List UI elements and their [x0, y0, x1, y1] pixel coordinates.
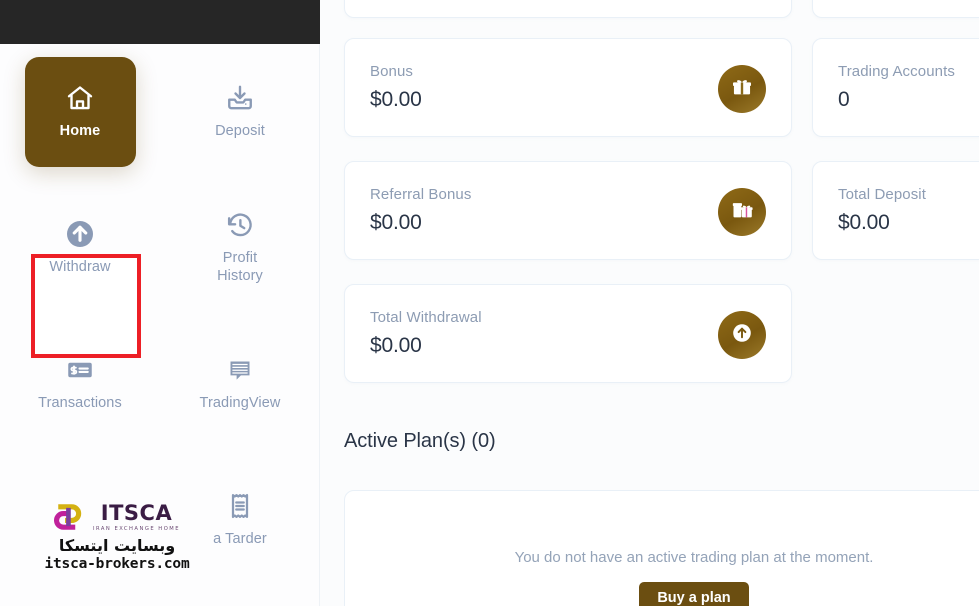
active-plans-panel: You do not have an active trading plan a…	[344, 490, 979, 606]
card-total-withdrawal: Total Withdrawal $0.00	[344, 284, 792, 383]
top-dark-bar	[0, 0, 320, 44]
watermark-brand: ITSCA	[100, 500, 173, 525]
card-total-deposit: Total Deposit $0.00	[812, 161, 979, 260]
itsca-tarder-tile[interactable]: a Tarder	[185, 465, 296, 575]
main-content: Bonus $0.00 Referral Bonus $0.00 Total W…	[320, 0, 979, 606]
transactions-icon	[65, 355, 95, 385]
dashboard-page: Home Deposit Withdraw Profit History Tra…	[0, 0, 979, 606]
tradingview-icon	[225, 355, 255, 385]
itsca-watermark: ITSCA IRAN EXCHANGE HOME وبسایت ایتسکا i…	[42, 500, 192, 572]
referral-bonus-badge	[718, 188, 766, 236]
card-partial-top-left	[344, 0, 792, 18]
watermark-persian-text: وبسایت ایتسکا	[58, 536, 176, 555]
buy-a-plan-button[interactable]: Buy a plan	[639, 582, 749, 606]
receipt-icon	[225, 491, 255, 521]
withdraw-tile[interactable]: Withdraw	[25, 193, 136, 303]
transactions-tile[interactable]: Transactions	[25, 329, 136, 439]
card-label: Trading Accounts	[838, 63, 955, 80]
card-referral-bonus: Referral Bonus $0.00	[344, 161, 792, 260]
card-value: $0.00	[370, 211, 422, 234]
watermark-logo-row: ITSCA IRAN EXCHANGE HOME	[42, 500, 192, 534]
sidebar-item-home[interactable]: Home	[0, 44, 160, 180]
profit-label-line1: Profit	[222, 250, 258, 267]
home-tile[interactable]: Home	[24, 57, 136, 167]
tradingview-tile[interactable]: TradingView	[185, 329, 296, 439]
card-value: $0.00	[370, 88, 422, 111]
sidebar-item-profit-history[interactable]: Profit History	[160, 180, 320, 316]
deposit-tile[interactable]: Deposit	[185, 57, 296, 167]
card-trading-accounts: Trading Accounts 0	[812, 38, 979, 137]
history-icon	[225, 210, 255, 240]
bonus-badge	[718, 65, 766, 113]
sidebar-item-transactions[interactable]: Transactions	[0, 316, 160, 452]
gifts-icon	[731, 198, 754, 226]
home-icon	[65, 83, 95, 113]
watermark-tagline: IRAN EXCHANGE HOME	[92, 525, 181, 532]
sidebar-item-deposit[interactable]: Deposit	[160, 44, 320, 180]
watermark-url: itsca-brokers.com	[44, 555, 190, 572]
up-arrow-icon	[731, 322, 753, 349]
sidebar-item-label: Home	[59, 123, 101, 140]
card-label: Total Deposit	[838, 186, 927, 203]
profit-label-line2: History	[217, 268, 263, 284]
gift-icon	[731, 76, 753, 103]
card-label: Total Withdrawal	[370, 309, 482, 326]
sidebar-item-label: Deposit	[215, 123, 265, 140]
card-bonus: Bonus $0.00	[344, 38, 792, 137]
sidebar-item-withdraw[interactable]: Withdraw	[0, 180, 160, 316]
card-value: $0.00	[838, 211, 890, 234]
card-label: Referral Bonus	[370, 186, 472, 203]
empty-state-text: You do not have an active trading plan a…	[514, 549, 874, 566]
card-value: $0.00	[370, 334, 422, 357]
card-value: 0	[838, 88, 850, 111]
sidebar-item-label: Withdraw	[49, 259, 111, 276]
profit-history-tile[interactable]: Profit History	[185, 193, 296, 303]
sidebar-item-label: Transactions	[38, 395, 122, 412]
sidebar-item-label: TradingView	[199, 395, 281, 412]
card-partial-top-right	[812, 0, 979, 18]
watermark-wordmark: ITSCA IRAN EXCHANGE HOME	[92, 500, 181, 532]
active-plans-title: Active Plan(s) (0)	[344, 430, 496, 452]
sidebar-item-label: Profit History	[217, 250, 263, 285]
card-label: Bonus	[370, 63, 414, 80]
total-withdrawal-badge	[718, 311, 766, 359]
itsca-logo-icon	[53, 504, 82, 530]
withdraw-icon	[65, 219, 95, 249]
sidebar-item-label: a Tarder	[213, 531, 267, 548]
sidebar-item-tradingview[interactable]: TradingView	[160, 316, 320, 452]
deposit-icon	[225, 83, 255, 113]
